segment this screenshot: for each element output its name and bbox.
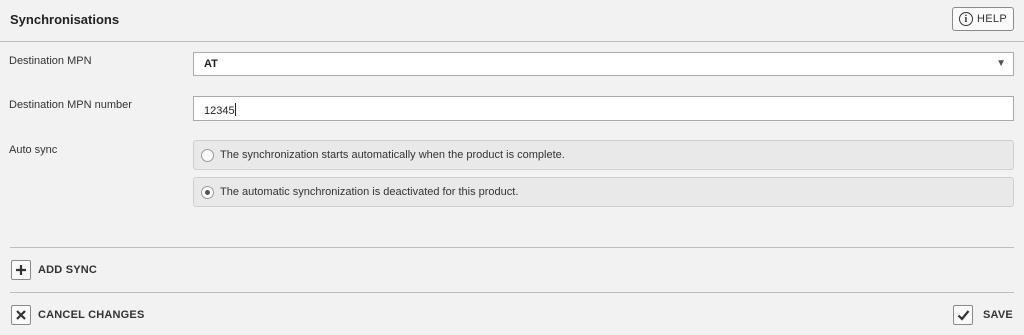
auto-sync-option-automatic[interactable]: The synchronization starts automatically…	[193, 140, 1014, 170]
dropdown-arrow-icon: ▼	[996, 58, 1006, 69]
destination-mpn-number-label: Destination MPN number	[9, 99, 132, 111]
info-icon: i	[959, 12, 974, 26]
text-caret	[234, 103, 236, 116]
divider	[10, 292, 1014, 293]
cancel-changes-icon-button[interactable]	[11, 305, 31, 325]
help-button[interactable]: i HELP	[952, 7, 1014, 31]
auto-sync-label: Auto sync	[9, 144, 58, 156]
destination-mpn-number-value: 12345	[204, 105, 235, 117]
radio-option-label: The synchronization starts automatically…	[220, 149, 565, 161]
cancel-changes-button[interactable]: CANCEL CHANGES	[38, 309, 145, 321]
radio-option-label: The automatic synchronization is deactiv…	[220, 186, 519, 198]
radio-button-checked[interactable]	[201, 185, 214, 199]
save-button[interactable]: SAVE	[983, 309, 1013, 321]
divider	[10, 247, 1014, 248]
destination-mpn-select[interactable]: AT ▼	[193, 52, 1014, 76]
close-icon	[16, 310, 26, 320]
section-header: Synchronisations i HELP	[0, 0, 1024, 42]
page-title: Synchronisations	[10, 12, 120, 27]
destination-mpn-value: AT	[204, 58, 218, 70]
destination-mpn-number-input[interactable]: 12345	[193, 96, 1014, 121]
add-sync-icon-button[interactable]	[11, 260, 31, 280]
help-button-label: HELP	[977, 13, 1007, 25]
save-icon-button[interactable]	[953, 305, 973, 325]
plus-icon	[16, 265, 26, 275]
add-sync-button[interactable]: ADD SYNC	[38, 264, 97, 276]
radio-button-unchecked[interactable]	[201, 148, 214, 162]
auto-sync-option-deactivated[interactable]: The automatic synchronization is deactiv…	[193, 177, 1014, 207]
checkmark-icon	[957, 310, 969, 321]
destination-mpn-label: Destination MPN	[9, 55, 92, 67]
